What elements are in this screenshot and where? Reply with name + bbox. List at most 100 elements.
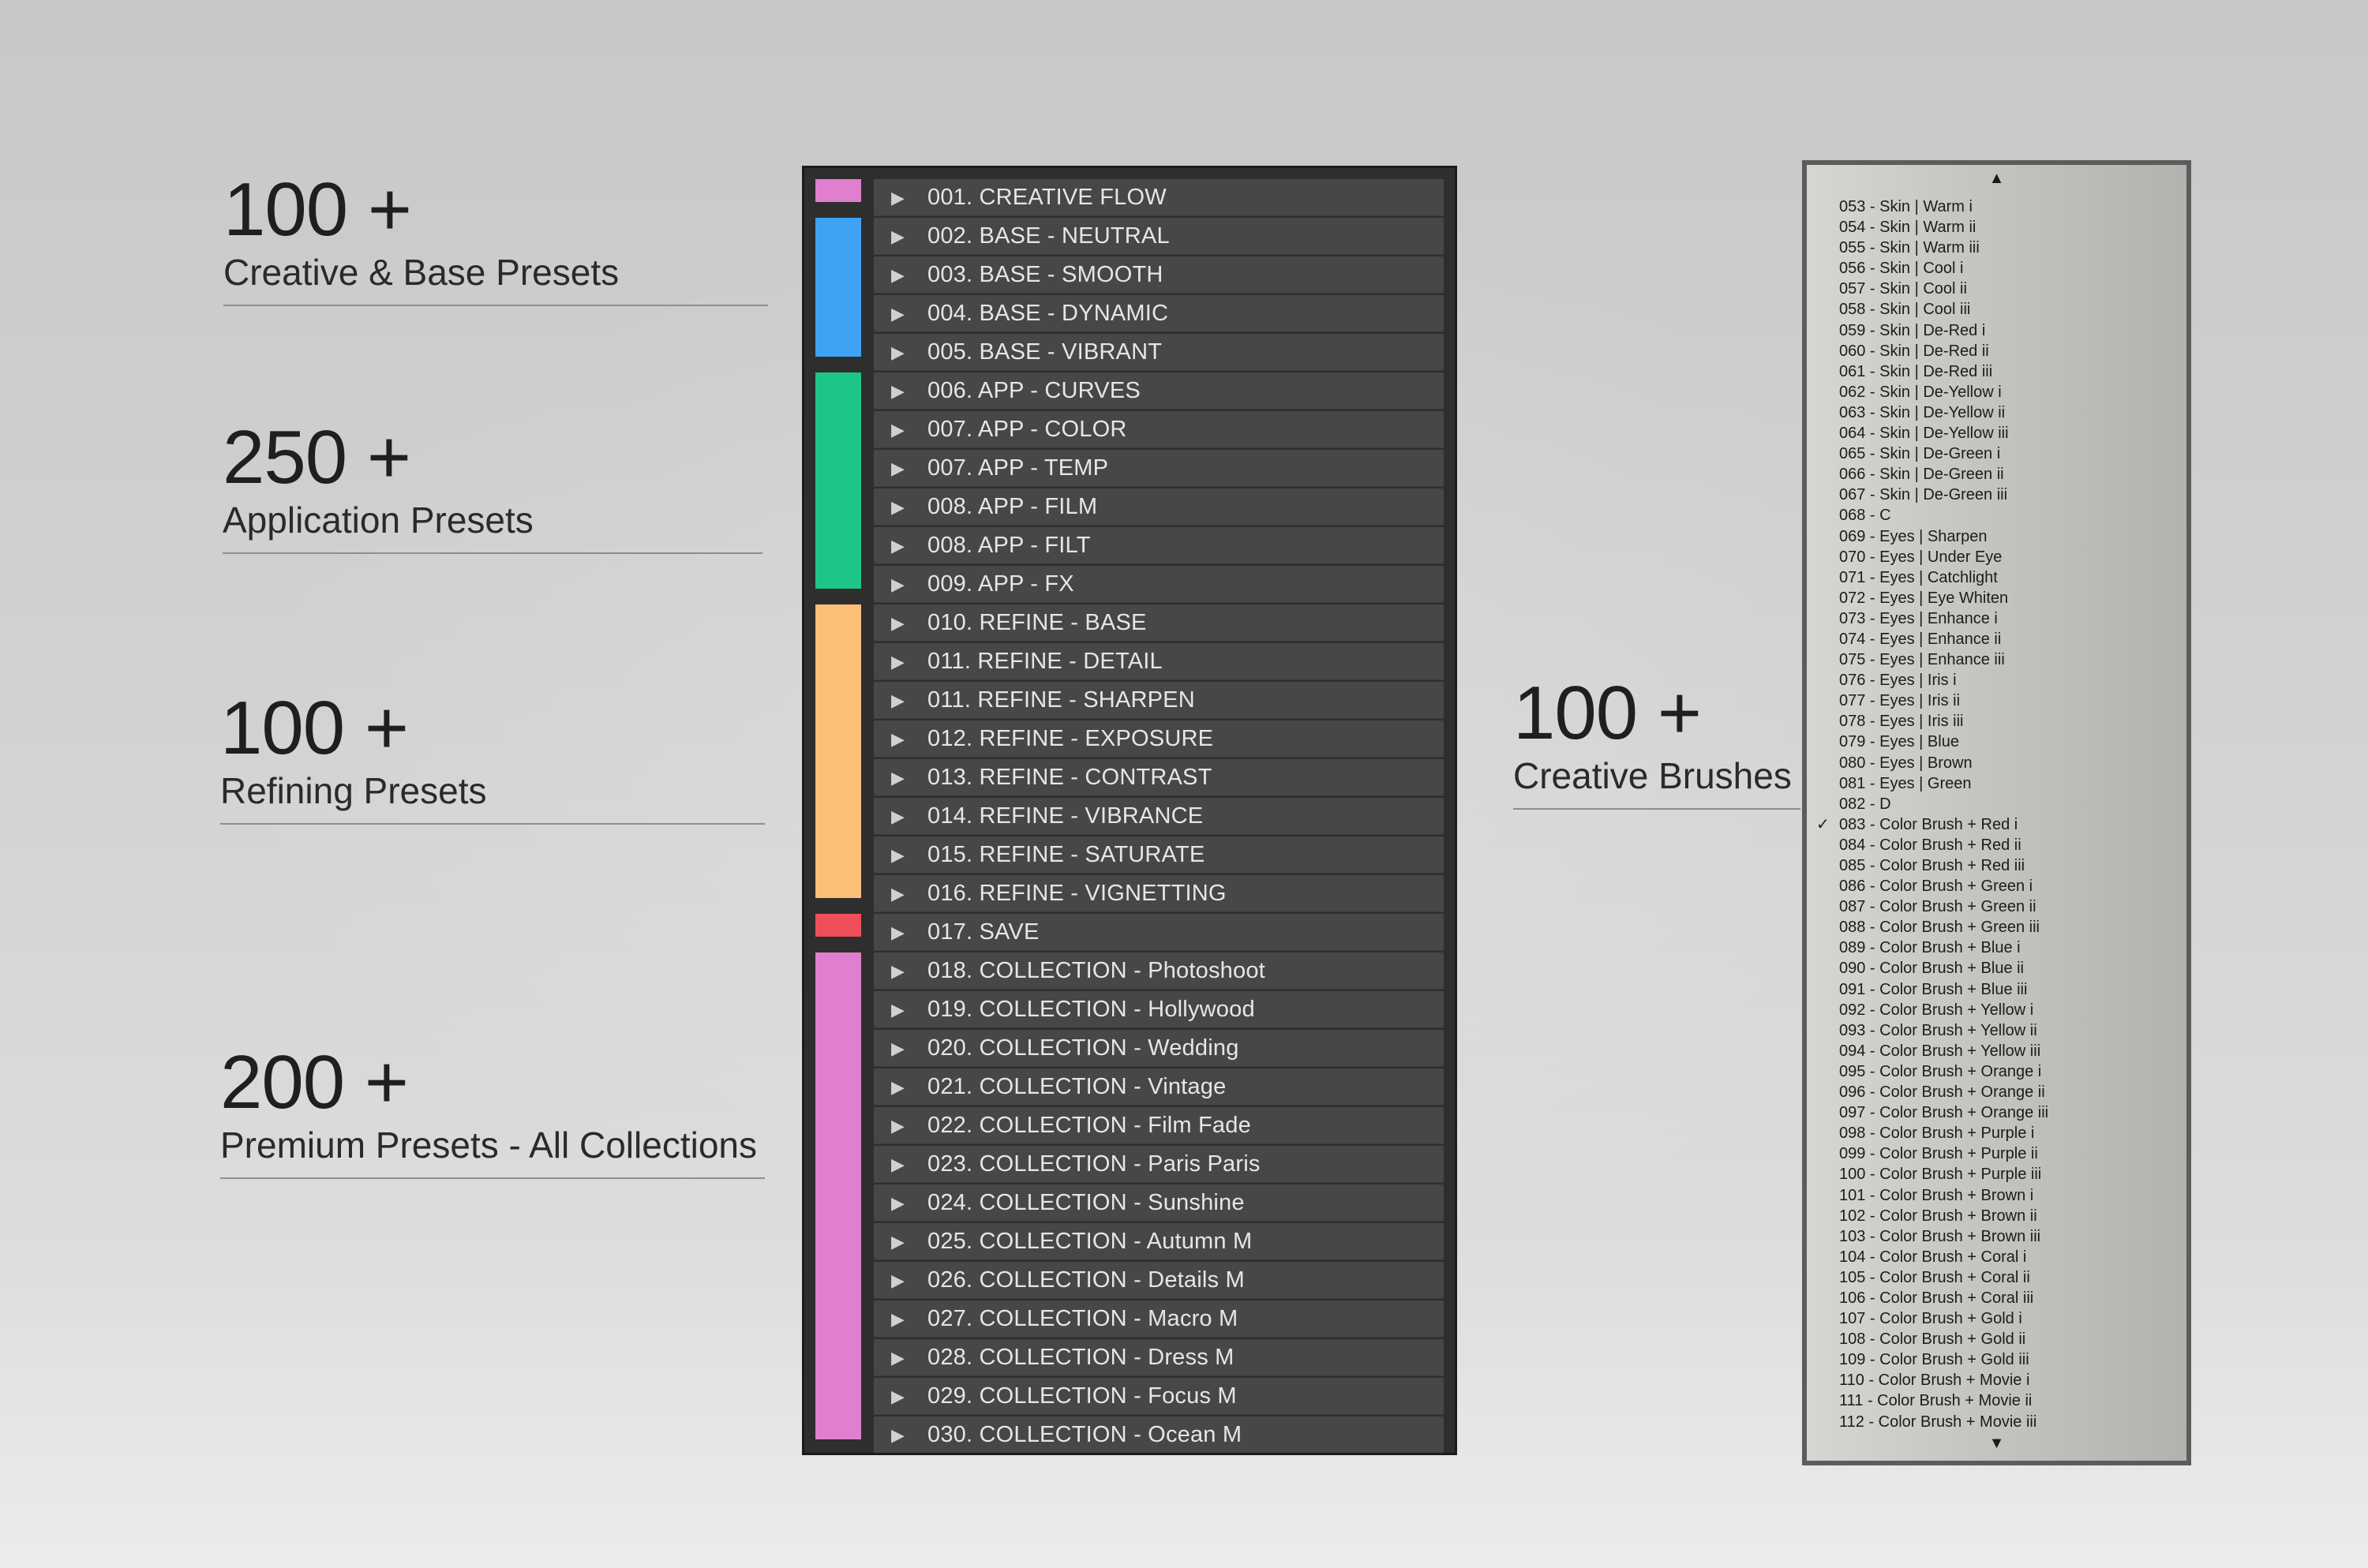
brush-list-item[interactable]: 098 - Color Brush + Purple i xyxy=(1807,1123,2186,1143)
brush-list-item[interactable]: 074 - Eyes | Enhance ii xyxy=(1807,629,2186,649)
brush-list-item[interactable]: 112 - Color Brush + Movie iii xyxy=(1807,1412,2186,1432)
preset-row[interactable]: ▶ 012. REFINE - EXPOSURE xyxy=(874,720,1444,758)
preset-row[interactable]: ▶ 029. COLLECTION - Focus M xyxy=(874,1378,1444,1415)
preset-row[interactable]: ▶ 011. REFINE - SHARPEN xyxy=(874,682,1444,719)
brush-list-item[interactable]: 087 - Color Brush + Green ii xyxy=(1807,896,2186,917)
expand-triangle-icon[interactable]: ▶ xyxy=(874,295,921,332)
preset-row[interactable]: ▶ 011. REFINE - DETAIL xyxy=(874,643,1444,680)
scroll-down-arrow-icon[interactable]: ▼ xyxy=(1807,1435,2186,1453)
expand-triangle-icon[interactable]: ▶ xyxy=(874,334,921,371)
expand-triangle-icon[interactable]: ▶ xyxy=(874,914,921,951)
preset-row[interactable]: ▶ 005. BASE - VIBRANT xyxy=(874,334,1444,371)
brush-list-item[interactable]: 076 - Eyes | Iris i xyxy=(1807,670,2186,690)
preset-row[interactable]: ▶ 006. APP - CURVES xyxy=(874,372,1444,410)
expand-triangle-icon[interactable]: ▶ xyxy=(874,682,921,719)
preset-row[interactable]: ▶ 024. COLLECTION - Sunshine xyxy=(874,1184,1444,1222)
brush-list-item[interactable]: 075 - Eyes | Enhance iii xyxy=(1807,649,2186,670)
brush-list-item[interactable]: 070 - Eyes | Under Eye xyxy=(1807,547,2186,567)
preset-row[interactable]: ▶ 014. REFINE - VIBRANCE xyxy=(874,798,1444,835)
expand-triangle-icon[interactable]: ▶ xyxy=(874,1223,921,1260)
brush-list-item[interactable]: 094 - Color Brush + Yellow iii xyxy=(1807,1041,2186,1061)
preset-row[interactable]: ▶ 013. REFINE - CONTRAST xyxy=(874,759,1444,796)
brush-list-item[interactable]: 054 - Skin | Warm ii xyxy=(1807,217,2186,238)
expand-triangle-icon[interactable]: ▶ xyxy=(874,1262,921,1299)
brush-list-item[interactable]: 111 - Color Brush + Movie ii xyxy=(1807,1390,2186,1411)
preset-row[interactable]: ▶ 022. COLLECTION - Film Fade xyxy=(874,1107,1444,1144)
preset-row[interactable]: ▶ 021. COLLECTION - Vintage xyxy=(874,1068,1444,1106)
expand-triangle-icon[interactable]: ▶ xyxy=(874,1300,921,1338)
preset-row[interactable]: ▶ 017. SAVE xyxy=(874,914,1444,951)
brush-list-item[interactable]: 090 - Color Brush + Blue ii xyxy=(1807,958,2186,979)
brush-list-item[interactable]: 102 - Color Brush + Brown ii xyxy=(1807,1206,2186,1226)
brush-list-item[interactable]: 107 - Color Brush + Gold i xyxy=(1807,1308,2186,1329)
expand-triangle-icon[interactable]: ▶ xyxy=(874,1339,921,1376)
brush-list-item[interactable]: 071 - Eyes | Catchlight xyxy=(1807,567,2186,588)
preset-row[interactable]: ▶ 001. CREATIVE FLOW xyxy=(874,179,1444,216)
expand-triangle-icon[interactable]: ▶ xyxy=(874,836,921,874)
brush-list-item[interactable]: 110 - Color Brush + Movie i xyxy=(1807,1370,2186,1390)
expand-triangle-icon[interactable]: ▶ xyxy=(874,1030,921,1067)
brush-list-item[interactable]: 091 - Color Brush + Blue iii xyxy=(1807,979,2186,1000)
brush-list-item[interactable]: 095 - Color Brush + Orange i xyxy=(1807,1061,2186,1082)
brush-list-item[interactable]: 063 - Skin | De-Yellow ii xyxy=(1807,402,2186,423)
brush-list-item[interactable]: 085 - Color Brush + Red iii xyxy=(1807,855,2186,876)
preset-row[interactable]: ▶ 002. BASE - NEUTRAL xyxy=(874,218,1444,255)
brush-list-item[interactable]: 055 - Skin | Warm iii xyxy=(1807,238,2186,258)
preset-row[interactable]: ▶ 027. COLLECTION - Macro M xyxy=(874,1300,1444,1338)
brush-list-item[interactable]: 064 - Skin | De-Yellow iii xyxy=(1807,423,2186,443)
brush-list-item[interactable]: 079 - Eyes | Blue xyxy=(1807,732,2186,752)
brush-list-item[interactable]: 104 - Color Brush + Coral i xyxy=(1807,1247,2186,1267)
expand-triangle-icon[interactable]: ▶ xyxy=(874,488,921,526)
preset-row[interactable]: ▶ 004. BASE - DYNAMIC xyxy=(874,295,1444,332)
preset-row[interactable]: ▶ 028. COLLECTION - Dress M xyxy=(874,1339,1444,1376)
brush-list-item[interactable]: 109 - Color Brush + Gold iii xyxy=(1807,1349,2186,1370)
expand-triangle-icon[interactable]: ▶ xyxy=(874,1378,921,1415)
expand-triangle-icon[interactable]: ▶ xyxy=(874,1184,921,1222)
brush-list-item[interactable]: 084 - Color Brush + Red ii xyxy=(1807,835,2186,855)
brush-list-item[interactable]: 078 - Eyes | Iris iii xyxy=(1807,711,2186,732)
brush-list-item[interactable]: 062 - Skin | De-Yellow i xyxy=(1807,382,2186,402)
expand-triangle-icon[interactable]: ▶ xyxy=(874,256,921,294)
expand-triangle-icon[interactable]: ▶ xyxy=(874,372,921,410)
brush-list-item[interactable]: 066 - Skin | De-Green ii xyxy=(1807,464,2186,485)
brush-list-item[interactable]: 077 - Eyes | Iris ii xyxy=(1807,690,2186,711)
brush-list-item[interactable]: 106 - Color Brush + Coral iii xyxy=(1807,1288,2186,1308)
preset-row[interactable]: ▶ 030. COLLECTION - Ocean M xyxy=(874,1416,1444,1454)
preset-row[interactable]: ▶ 023. COLLECTION - Paris Paris xyxy=(874,1146,1444,1183)
brush-list-item[interactable]: 088 - Color Brush + Green iii xyxy=(1807,917,2186,937)
brush-list-item[interactable]: 108 - Color Brush + Gold ii xyxy=(1807,1329,2186,1349)
preset-row[interactable]: ▶ 015. REFINE - SATURATE xyxy=(874,836,1444,874)
expand-triangle-icon[interactable]: ▶ xyxy=(874,604,921,642)
brush-list-item[interactable]: ✓ 083 - Color Brush + Red i xyxy=(1807,814,2186,835)
preset-row[interactable]: ▶ 016. REFINE - VIGNETTING xyxy=(874,875,1444,912)
preset-row[interactable]: ▶ 003. BASE - SMOOTH xyxy=(874,256,1444,294)
preset-row[interactable]: ▶ 010. REFINE - BASE xyxy=(874,604,1444,642)
brush-list-item[interactable]: 057 - Skin | Cool ii xyxy=(1807,279,2186,299)
preset-row[interactable]: ▶ 008. APP - FILM xyxy=(874,488,1444,526)
expand-triangle-icon[interactable]: ▶ xyxy=(874,218,921,255)
expand-triangle-icon[interactable]: ▶ xyxy=(874,991,921,1028)
expand-triangle-icon[interactable]: ▶ xyxy=(874,179,921,216)
expand-triangle-icon[interactable]: ▶ xyxy=(874,1146,921,1183)
expand-triangle-icon[interactable]: ▶ xyxy=(874,411,921,448)
brush-list-item[interactable]: 072 - Eyes | Eye Whiten xyxy=(1807,588,2186,608)
preset-row[interactable]: ▶ 007. APP - COLOR xyxy=(874,411,1444,448)
expand-triangle-icon[interactable]: ▶ xyxy=(874,875,921,912)
brush-list-item[interactable]: 058 - Skin | Cool iii xyxy=(1807,299,2186,320)
brush-list-item[interactable]: 089 - Color Brush + Blue i xyxy=(1807,937,2186,958)
preset-row[interactable]: ▶ 025. COLLECTION - Autumn M xyxy=(874,1223,1444,1260)
brush-list-item[interactable]: 068 - C xyxy=(1807,505,2186,526)
preset-row[interactable]: ▶ 009. APP - FX xyxy=(874,566,1444,603)
expand-triangle-icon[interactable]: ▶ xyxy=(874,1068,921,1106)
expand-triangle-icon[interactable]: ▶ xyxy=(874,759,921,796)
brush-list-item[interactable]: 086 - Color Brush + Green i xyxy=(1807,876,2186,896)
preset-row[interactable]: ▶ 008. APP - FILT xyxy=(874,527,1444,564)
preset-row[interactable]: ▶ 020. COLLECTION - Wedding xyxy=(874,1030,1444,1067)
preset-row[interactable]: ▶ 026. COLLECTION - Details M xyxy=(874,1262,1444,1299)
expand-triangle-icon[interactable]: ▶ xyxy=(874,1107,921,1144)
brush-list-item[interactable]: 081 - Eyes | Green xyxy=(1807,773,2186,794)
brush-list-item[interactable]: 053 - Skin | Warm i xyxy=(1807,196,2186,217)
brush-list-item[interactable]: 097 - Color Brush + Orange iii xyxy=(1807,1102,2186,1123)
expand-triangle-icon[interactable]: ▶ xyxy=(874,1416,921,1454)
brush-list-item[interactable]: 067 - Skin | De-Green iii xyxy=(1807,485,2186,505)
